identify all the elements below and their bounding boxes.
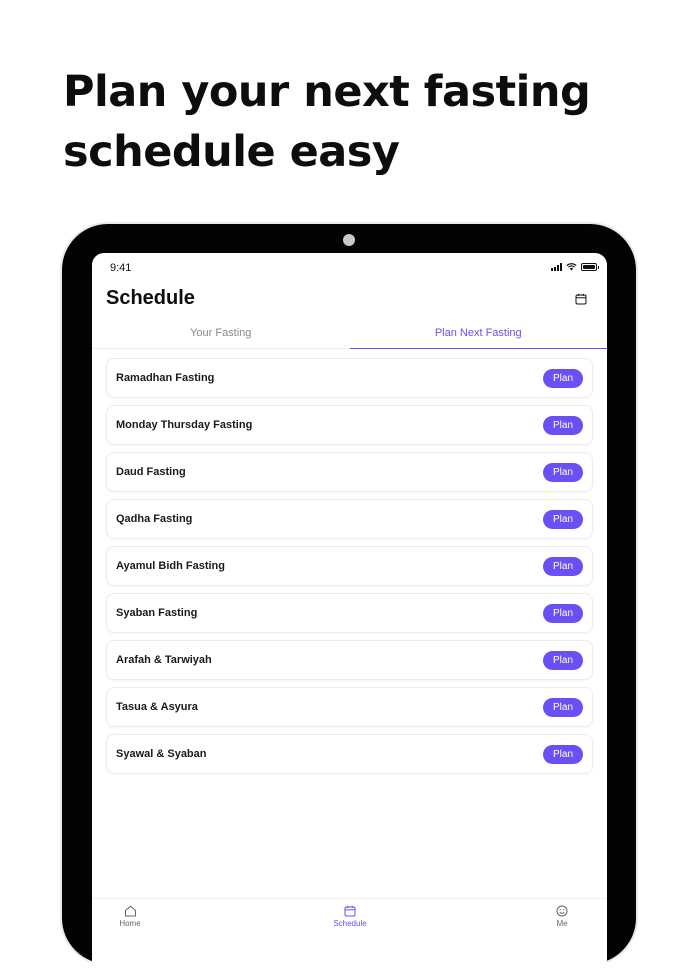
plan-button[interactable]: Plan [543,744,583,764]
fasting-label: Tasua & Asyura [116,701,198,713]
status-bar: 9:41 [92,253,607,283]
app-screen: 9:41 Schedule Your Fasting Plan Next Fas… [92,253,607,973]
nav-me-label: Me [556,919,568,928]
fasting-list: Ramadhan Fasting Plan Monday Thursday Fa… [106,358,593,781]
plan-button[interactable]: Plan [543,368,583,388]
status-time: 9:41 [110,262,132,274]
nav-schedule[interactable]: Schedule [320,905,380,928]
status-icons [551,263,599,271]
fasting-label: Ayamul Bidh Fasting [116,560,225,572]
bottom-nav: Home Schedule Me [92,898,607,973]
page-title: Schedule [106,287,195,309]
plan-button[interactable]: Plan [543,509,583,529]
camera-dot [343,234,355,246]
list-item[interactable]: Ayamul Bidh Fasting Plan [106,546,593,586]
fasting-label: Syawal & Syaban [116,748,207,760]
tab-plan-next-fasting[interactable]: Plan Next Fasting [349,323,608,349]
fasting-label: Monday Thursday Fasting [116,419,253,431]
list-item[interactable]: Monday Thursday Fasting Plan [106,405,593,445]
list-item[interactable]: Ramadhan Fasting Plan [106,358,593,398]
tab-your-fasting[interactable]: Your Fasting [92,323,350,348]
plan-button[interactable]: Plan [543,415,583,435]
nav-schedule-label: Schedule [333,919,367,928]
list-item[interactable]: Syawal & Syaban Plan [106,734,593,774]
battery-icon [581,263,599,271]
headline-line-2: schedule easy [63,127,400,177]
signal-icon [551,263,562,271]
marketing-headline: Plan your next fasting schedule easy [63,62,663,182]
list-item[interactable]: Arafah & Tarwiyah Plan [106,640,593,680]
fasting-label: Ramadhan Fasting [116,372,215,384]
fasting-label: Daud Fasting [116,466,186,478]
calendar-icon[interactable] [575,293,587,305]
nav-home[interactable]: Home [100,905,160,928]
list-item[interactable]: Tasua & Asyura Plan [106,687,593,727]
fasting-label: Arafah & Tarwiyah [116,654,212,666]
fasting-label: Qadha Fasting [116,513,193,525]
wifi-icon [566,263,577,271]
list-item[interactable]: Daud Fasting Plan [106,452,593,492]
plan-button[interactable]: Plan [543,556,583,576]
list-item[interactable]: Qadha Fasting Plan [106,499,593,539]
plan-button[interactable]: Plan [543,650,583,670]
list-item[interactable]: Syaban Fasting Plan [106,593,593,633]
home-icon [124,905,136,917]
tab-bar: Your Fasting Plan Next Fasting [92,323,607,349]
nav-home-label: Home [119,919,141,928]
smiley-icon [556,905,568,917]
nav-me[interactable]: Me [532,905,592,928]
calendar-icon [344,905,356,917]
tablet-frame: 9:41 Schedule Your Fasting Plan Next Fas… [62,224,636,973]
headline-line-1: Plan your next fasting [63,67,591,117]
plan-button[interactable]: Plan [543,603,583,623]
plan-button[interactable]: Plan [543,462,583,482]
plan-button[interactable]: Plan [543,697,583,717]
fasting-label: Syaban Fasting [116,607,198,619]
